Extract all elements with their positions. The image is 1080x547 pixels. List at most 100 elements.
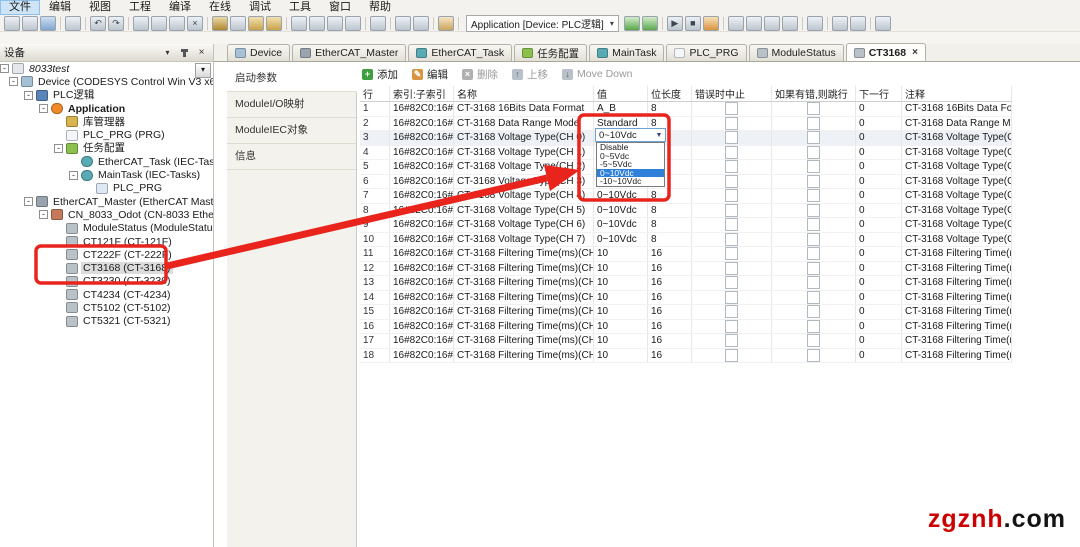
tree-item-PLC_PRG[interactable]: PLC_PRG [0,182,213,195]
new-file-icon[interactable] [4,16,20,31]
tree-item-CT222F[interactable]: CT222F (CT-222F) [0,248,213,261]
abort-on-error-checkbox[interactable] [725,146,738,159]
column-header-0[interactable]: 行 [360,86,390,101]
tree-item-CN_8033_Odot[interactable]: -CN_8033_Odot (CN-8033 EtherCAT Adapter,… [0,208,213,221]
abort-on-error-checkbox[interactable] [725,349,738,362]
delete-icon[interactable]: × [187,16,203,31]
tree-item-Application[interactable]: -Application [0,102,213,115]
tree-expand-icon[interactable]: - [39,210,48,219]
column-header-3[interactable]: 值 [594,86,648,101]
subnav-item-ModuleIEC对象[interactable]: ModuleIEC对象 [227,118,356,144]
column-header-8[interactable]: 注释 [902,86,1012,101]
tree-item-CT3230[interactable]: CT3230 (CT-3230) [0,275,213,288]
column-header-6[interactable]: 如果有错,则跳行 [772,86,856,101]
abort-on-error-checkbox[interactable] [725,218,738,231]
tree-item-Device[interactable]: -Device (CODESYS Control Win V3 x64) [0,75,213,88]
step-into-icon[interactable] [746,16,762,31]
menu-item-工程[interactable]: 工程 [120,0,160,15]
jump-on-error-checkbox[interactable] [807,160,820,173]
table-row[interactable]: 916#82C0:16#09CT-3168 Voltage Type(CH 6)… [360,218,1012,233]
tree-item-CT3168[interactable]: CT3168 (CT-3168) [0,261,213,274]
tree-item-PLC逻辑[interactable]: -PLC逻辑 [0,89,213,102]
subnav-item-启动参数[interactable]: 启动参数 [227,66,357,92]
new-window-icon[interactable] [413,16,429,31]
abort-on-error-checkbox[interactable] [725,233,738,246]
jump-on-error-checkbox[interactable] [807,102,820,115]
tree-item-8033test[interactable]: -8033test [0,62,213,75]
dropdown-option-0~10Vdc[interactable]: 0~10Vdc [597,169,664,178]
tree-expand-icon[interactable]: - [39,104,48,113]
menu-item-工具[interactable]: 工具 [280,0,320,15]
column-header-4[interactable]: 位长度 [648,86,692,101]
jump-on-error-checkbox[interactable] [807,117,820,130]
menu-item-在线[interactable]: 在线 [200,0,240,15]
jump-on-error-checkbox[interactable] [807,247,820,260]
jump-on-error-checkbox[interactable] [807,334,820,347]
table-row[interactable]: 716#82C0:16#07CT-3168 Voltage Type(CH 4)… [360,189,1012,204]
tree-item-PLC_PRG[interactable]: PLC_PRG (PRG) [0,128,213,141]
find-icon[interactable] [212,16,228,31]
abort-on-error-checkbox[interactable] [725,276,738,289]
application-selector[interactable]: Application [Device: PLC逻辑]▾ [466,15,619,32]
column-header-7[interactable]: 下一行 [856,86,902,101]
simulation-icon[interactable] [850,16,866,31]
copy-icon[interactable] [151,16,167,31]
tab-CT3168[interactable]: CT3168× [846,43,926,61]
table-row[interactable]: 616#82C0:16#06CT-3168 Voltage Type(CH 3)… [360,175,1012,190]
column-header-5[interactable]: 错误时中止 [692,86,772,101]
step-over-icon[interactable] [728,16,744,31]
tree-expand-icon[interactable]: - [69,171,78,180]
jump-on-error-checkbox[interactable] [807,262,820,275]
abort-on-error-checkbox[interactable] [725,175,738,188]
tree-item-CT121F[interactable]: CT121F (CT-121F) [0,235,213,248]
abort-on-error-checkbox[interactable] [725,117,738,130]
step-out-icon[interactable] [764,16,780,31]
tree-expand-icon[interactable]: - [9,77,18,86]
table-row[interactable]: 116#82C0:16#01CT-3168 16Bits Data Format… [360,102,1012,117]
pin-icon[interactable] [177,46,192,60]
search-project-icon[interactable] [266,16,282,31]
jump-on-error-checkbox[interactable] [807,233,820,246]
table-row[interactable]: 1516#82C0:16#0FCT-3168 Filtering Time(ms… [360,305,1012,320]
table-row[interactable]: 1716#82C0:16#11CT-3168 Filtering Time(ms… [360,334,1012,349]
table-row[interactable]: 816#82C0:16#08CT-3168 Voltage Type(CH 5)… [360,204,1012,219]
table-row[interactable]: 216#82C0:16#02CT-3168 Data Range ModeSta… [360,117,1012,132]
param-add-button[interactable]: +添加 [362,67,398,82]
tree-expand-icon[interactable]: - [54,144,63,153]
jump-on-error-checkbox[interactable] [807,218,820,231]
print-icon[interactable] [65,16,81,31]
abort-on-error-checkbox[interactable] [725,291,738,304]
tab-任务配置[interactable]: 任务配置 [514,44,587,61]
tab-MainTask[interactable]: MainTask [589,44,664,61]
refresh-devices-icon[interactable] [875,16,891,31]
stop-icon[interactable]: ■ [685,16,701,31]
export-icon[interactable] [370,16,386,31]
table-row[interactable]: 416#82C0:16#04CT-3168 Voltage Type(CH 1)… [360,146,1012,161]
abort-on-error-checkbox[interactable] [725,247,738,260]
table-row[interactable]: 516#82C0:16#05CT-3168 Voltage Type(CH 2)… [360,160,1012,175]
tree-item-CT4234[interactable]: CT4234 (CT-4234) [0,288,213,301]
abort-on-error-checkbox[interactable] [725,160,738,173]
abort-on-error-checkbox[interactable] [725,102,738,115]
tree-item-EtherCAT_Master[interactable]: -EtherCAT_Master (EtherCAT Master) [0,195,213,208]
reset-icon[interactable] [807,16,823,31]
subnav-item-信息[interactable]: 信息 [227,144,356,170]
menu-item-编辑[interactable]: 编辑 [40,0,80,15]
tree-item-CT5321[interactable]: CT5321 (CT-5321) [0,315,213,328]
build-icon[interactable] [438,16,454,31]
dropdown-option-0~5Vdc[interactable]: 0~5Vdc [597,152,664,161]
column-header-1[interactable]: 索引:子索引 [390,86,454,101]
abort-on-error-checkbox[interactable] [725,334,738,347]
menu-item-文件[interactable]: 文件 [0,0,40,15]
bookmark-icon[interactable] [291,16,307,31]
subnav-item-ModuleI/O映射[interactable]: ModuleI/O映射 [227,92,356,118]
jump-on-error-checkbox[interactable] [807,320,820,333]
menu-item-编译[interactable]: 编译 [160,0,200,15]
jump-on-error-checkbox[interactable] [807,146,820,159]
dropdown-option--10~10Vdc[interactable]: -10~10Vdc [597,177,664,186]
jump-on-error-checkbox[interactable] [807,175,820,188]
force-values-icon[interactable] [703,16,719,31]
tree-expand-icon[interactable]: - [0,64,9,73]
run-to-cursor-icon[interactable] [782,16,798,31]
menu-item-调试[interactable]: 调试 [240,0,280,15]
